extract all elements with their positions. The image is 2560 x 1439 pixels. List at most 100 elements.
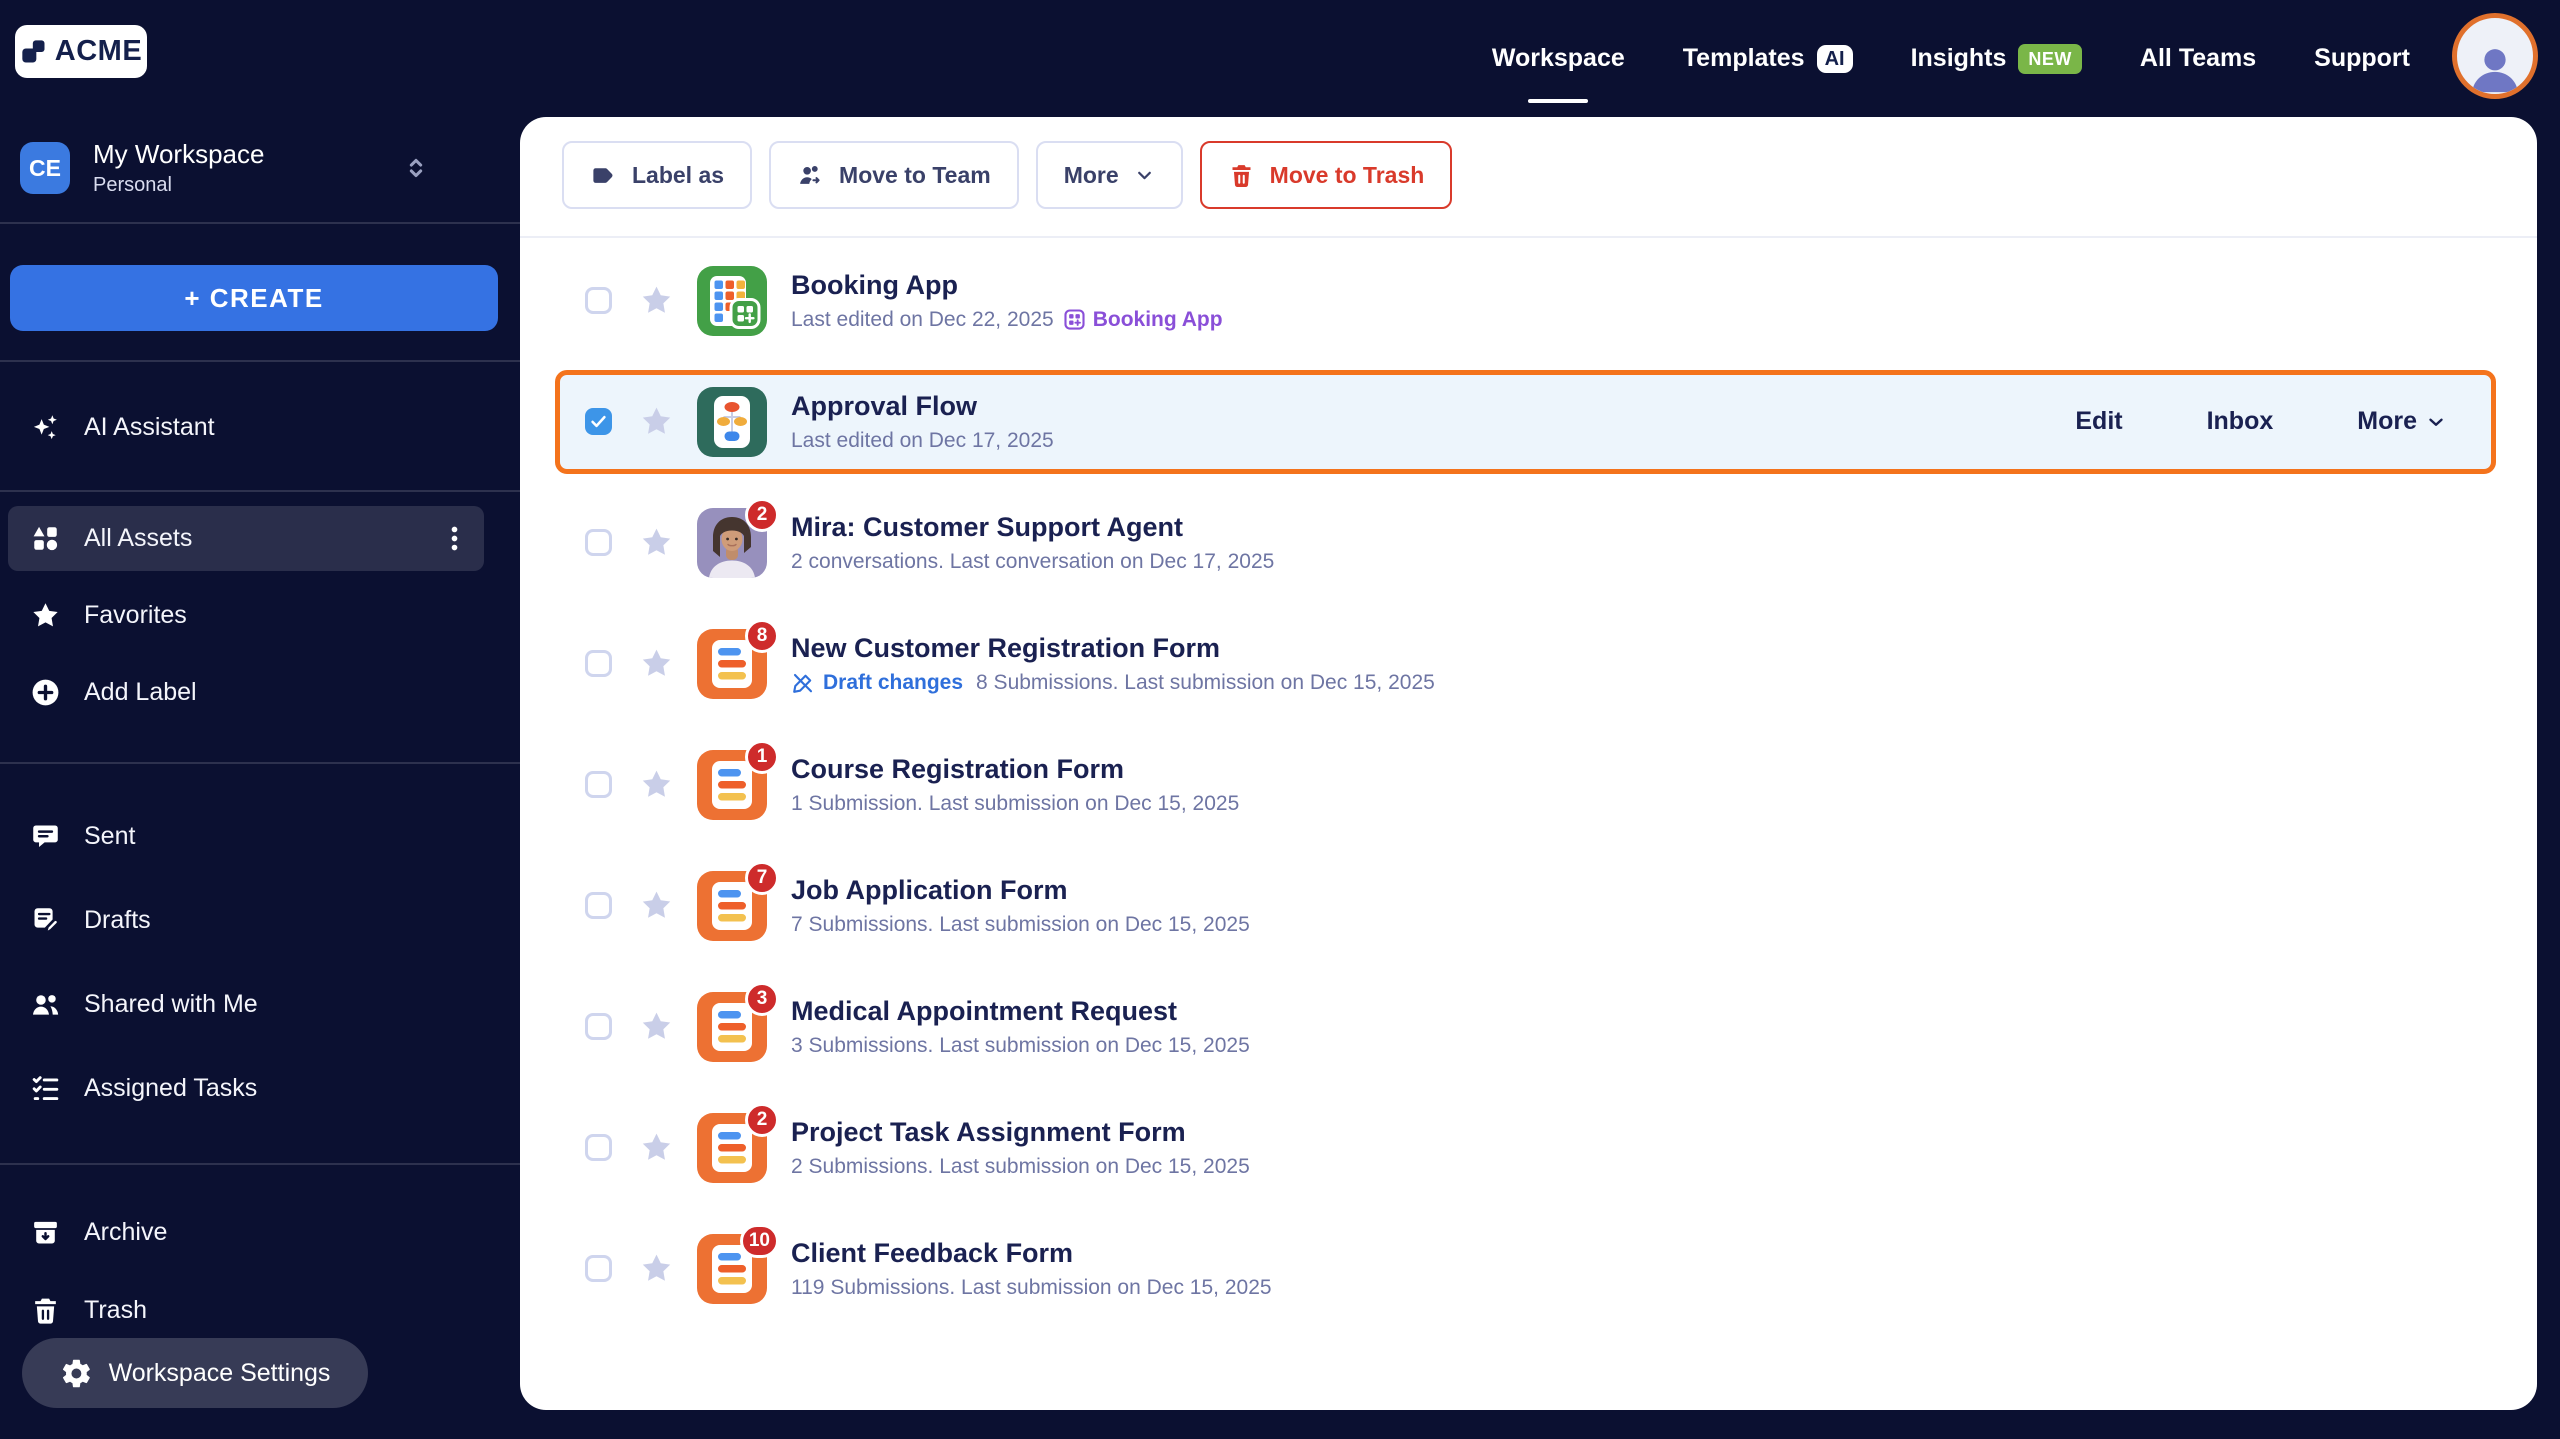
sidebar-item-assigned-tasks[interactable]: Assigned Tasks: [8, 1058, 484, 1118]
sidebar-item-label: Add Label: [84, 678, 197, 706]
sidebar-divider: [0, 222, 520, 224]
sidebar-item-favorites[interactable]: Favorites: [8, 583, 484, 648]
favorite-star-icon[interactable]: [639, 404, 674, 439]
move-to-team-button[interactable]: Move to Team: [769, 141, 1019, 209]
more-button[interactable]: More: [1035, 141, 1183, 209]
count-badge: 8: [745, 618, 779, 653]
label-as-button[interactable]: Label as: [562, 141, 753, 209]
count-badge: 3: [745, 981, 779, 1016]
row-checkbox[interactable]: [585, 892, 612, 919]
row-action-more-button[interactable]: More: [2357, 407, 2447, 436]
nav-item-workspace[interactable]: Workspace: [1492, 44, 1625, 73]
person-icon: [2466, 39, 2524, 94]
nav-item-templates[interactable]: Templates AI: [1683, 44, 1853, 73]
move-to-trash-button[interactable]: Move to Trash: [1199, 141, 1453, 209]
toolbar-button-label: Move to Trash: [1269, 161, 1425, 188]
sidebar-group: Sent Drafts Shared with Me Assigned Tasks: [0, 806, 520, 1118]
sidebar-item-ai-assistant[interactable]: AI Assistant: [8, 398, 484, 456]
nav-item-support[interactable]: Support: [2314, 44, 2410, 73]
chevron-dark: [2425, 411, 2447, 433]
favorite-star-icon[interactable]: [639, 525, 674, 560]
asset-subtitle: 2 Submissions. Last submission on Dec 15…: [791, 1155, 1250, 1179]
favorite-star-icon[interactable]: [639, 1130, 674, 1165]
count-badge: 1: [745, 739, 779, 774]
form-asset-icon: 1: [697, 739, 779, 820]
asset-row-slot: 1 Course Registration Form 1 Submission. L…: [555, 724, 2496, 845]
workspace-meta: My Workspace Personal: [93, 139, 264, 197]
sidebar-item-add-label[interactable]: Add Label: [8, 660, 484, 725]
shared-icon: [30, 989, 61, 1020]
asset-subtitle: 119 Submissions. Last submission on Dec …: [791, 1276, 1272, 1300]
sidebar-item-label: AI Assistant: [84, 412, 215, 441]
favorite-star-icon[interactable]: [639, 767, 674, 802]
sidebar-group: Archive Trash: [0, 1202, 520, 1340]
sidebar-group: AI Assistant: [0, 398, 520, 456]
workspace-type: Personal: [93, 174, 172, 196]
asset-subtitle-text: Last edited on Dec 22, 2025: [791, 307, 1054, 331]
asset-subtitle: 3 Submissions. Last submission on Dec 15…: [791, 1034, 1250, 1058]
new-badge: NEW: [2018, 43, 2082, 74]
app-link-icon: [1063, 308, 1086, 331]
asset-row[interactable]: 8 New Customer Registration Form Draft cha…: [555, 603, 2496, 724]
draft-icon: [791, 671, 815, 695]
sidebar-divider: [0, 490, 520, 492]
sidebar-item-drafts[interactable]: Drafts: [8, 890, 484, 950]
workspace-settings-label: Workspace Settings: [108, 1358, 331, 1387]
asset-row[interactable]: 10 Client Feedback Form 119 Submissions. L…: [555, 1208, 2496, 1329]
row-checkbox[interactable]: [585, 1255, 612, 1282]
row-checkbox[interactable]: [585, 408, 612, 435]
asset-title: Mira: Customer Support Agent: [791, 511, 1184, 542]
favorite-star-icon[interactable]: [639, 1009, 674, 1044]
row-checkbox[interactable]: [585, 1134, 612, 1161]
sidebar-item-shared-with-me[interactable]: Shared with Me: [8, 974, 484, 1034]
user-avatar[interactable]: [2452, 13, 2538, 99]
asset-row[interactable]: 1 Course Registration Form 1 Submission. L…: [555, 724, 2496, 845]
draft-changes-indicator: Draft changes: [791, 671, 963, 695]
sidebar-item-label: All Assets: [84, 524, 193, 552]
row-checkbox[interactable]: [585, 771, 612, 798]
assets-icon: [30, 523, 61, 554]
asset-row[interactable]: 7 Job Application Form 7 Submissions. Last…: [555, 845, 2496, 966]
count-badge: 7: [745, 860, 779, 895]
asset-row[interactable]: Booking App Last edited on Dec 22, 2025 Bo…: [555, 240, 2496, 361]
asset-row[interactable]: 2 Mira: Customer Support Agent 2 conversat…: [555, 482, 2496, 603]
row-checkbox[interactable]: [585, 1013, 612, 1040]
top-nav: Workspace Templates AI Insights NEW All Teams…: [1492, 0, 2410, 117]
row-action-edit-button[interactable]: Edit: [2075, 407, 2122, 436]
asset-row[interactable]: Approval Flow Last edited on Dec 17, 2025…: [555, 369, 2496, 474]
asset-row[interactable]: 2 Project Task Assignment Form 2 Submissio…: [555, 1087, 2496, 1208]
workspace-switcher[interactable]: CE My Workspace Personal: [20, 139, 490, 197]
favorite-star-icon[interactable]: [639, 283, 674, 318]
team-icon: [797, 162, 824, 189]
workspace-name: My Workspace: [93, 139, 265, 169]
workspace-settings-button[interactable]: Workspace Settings: [22, 1338, 368, 1408]
toolbar-button-label: More: [1063, 161, 1119, 188]
asset-subtitle-text: 7 Submissions. Last submission on Dec 15…: [791, 912, 1250, 936]
asset-subtitle: Last edited on Dec 22, 2025 Booking App: [791, 308, 1223, 332]
acme-logo[interactable]: ACME: [15, 25, 147, 78]
row-checkbox[interactable]: [585, 650, 612, 677]
favorite-star-icon[interactable]: [639, 646, 674, 681]
create-button[interactable]: + CREATE: [10, 265, 498, 331]
sparkles-icon: [30, 412, 61, 443]
sidebar-item-archive[interactable]: Archive: [8, 1202, 484, 1262]
sidebar-item-trash[interactable]: Trash: [8, 1280, 484, 1340]
linked-app-link[interactable]: Booking App: [1063, 308, 1223, 332]
toolbar-button-label: Move to Team: [839, 161, 991, 188]
nav-item-all-teams[interactable]: All Teams: [2140, 44, 2256, 73]
nav-item-insights[interactable]: Insights NEW: [1911, 43, 2082, 74]
row-action-inbox-button[interactable]: Inbox: [2207, 407, 2274, 436]
favorite-star-icon[interactable]: [639, 888, 674, 923]
sidebar-item-sent[interactable]: Sent: [8, 806, 484, 866]
sidebar-item-all-assets[interactable]: All Assets: [8, 506, 484, 571]
favorite-star-icon[interactable]: [639, 1251, 674, 1286]
agent-asset-icon: 2: [697, 497, 779, 578]
sidebar-divider: [0, 762, 520, 764]
ai-badge: AI: [1816, 44, 1853, 73]
asset-row[interactable]: 3 Medical Appointment Request 3 Submission…: [555, 966, 2496, 1087]
asset-meta: Course Registration Form 1 Submission. La…: [791, 754, 1239, 816]
sent-icon: [30, 821, 61, 852]
row-checkbox[interactable]: [585, 529, 612, 556]
row-checkbox[interactable]: [585, 287, 612, 314]
linked-app-label: Booking App: [1092, 307, 1223, 331]
